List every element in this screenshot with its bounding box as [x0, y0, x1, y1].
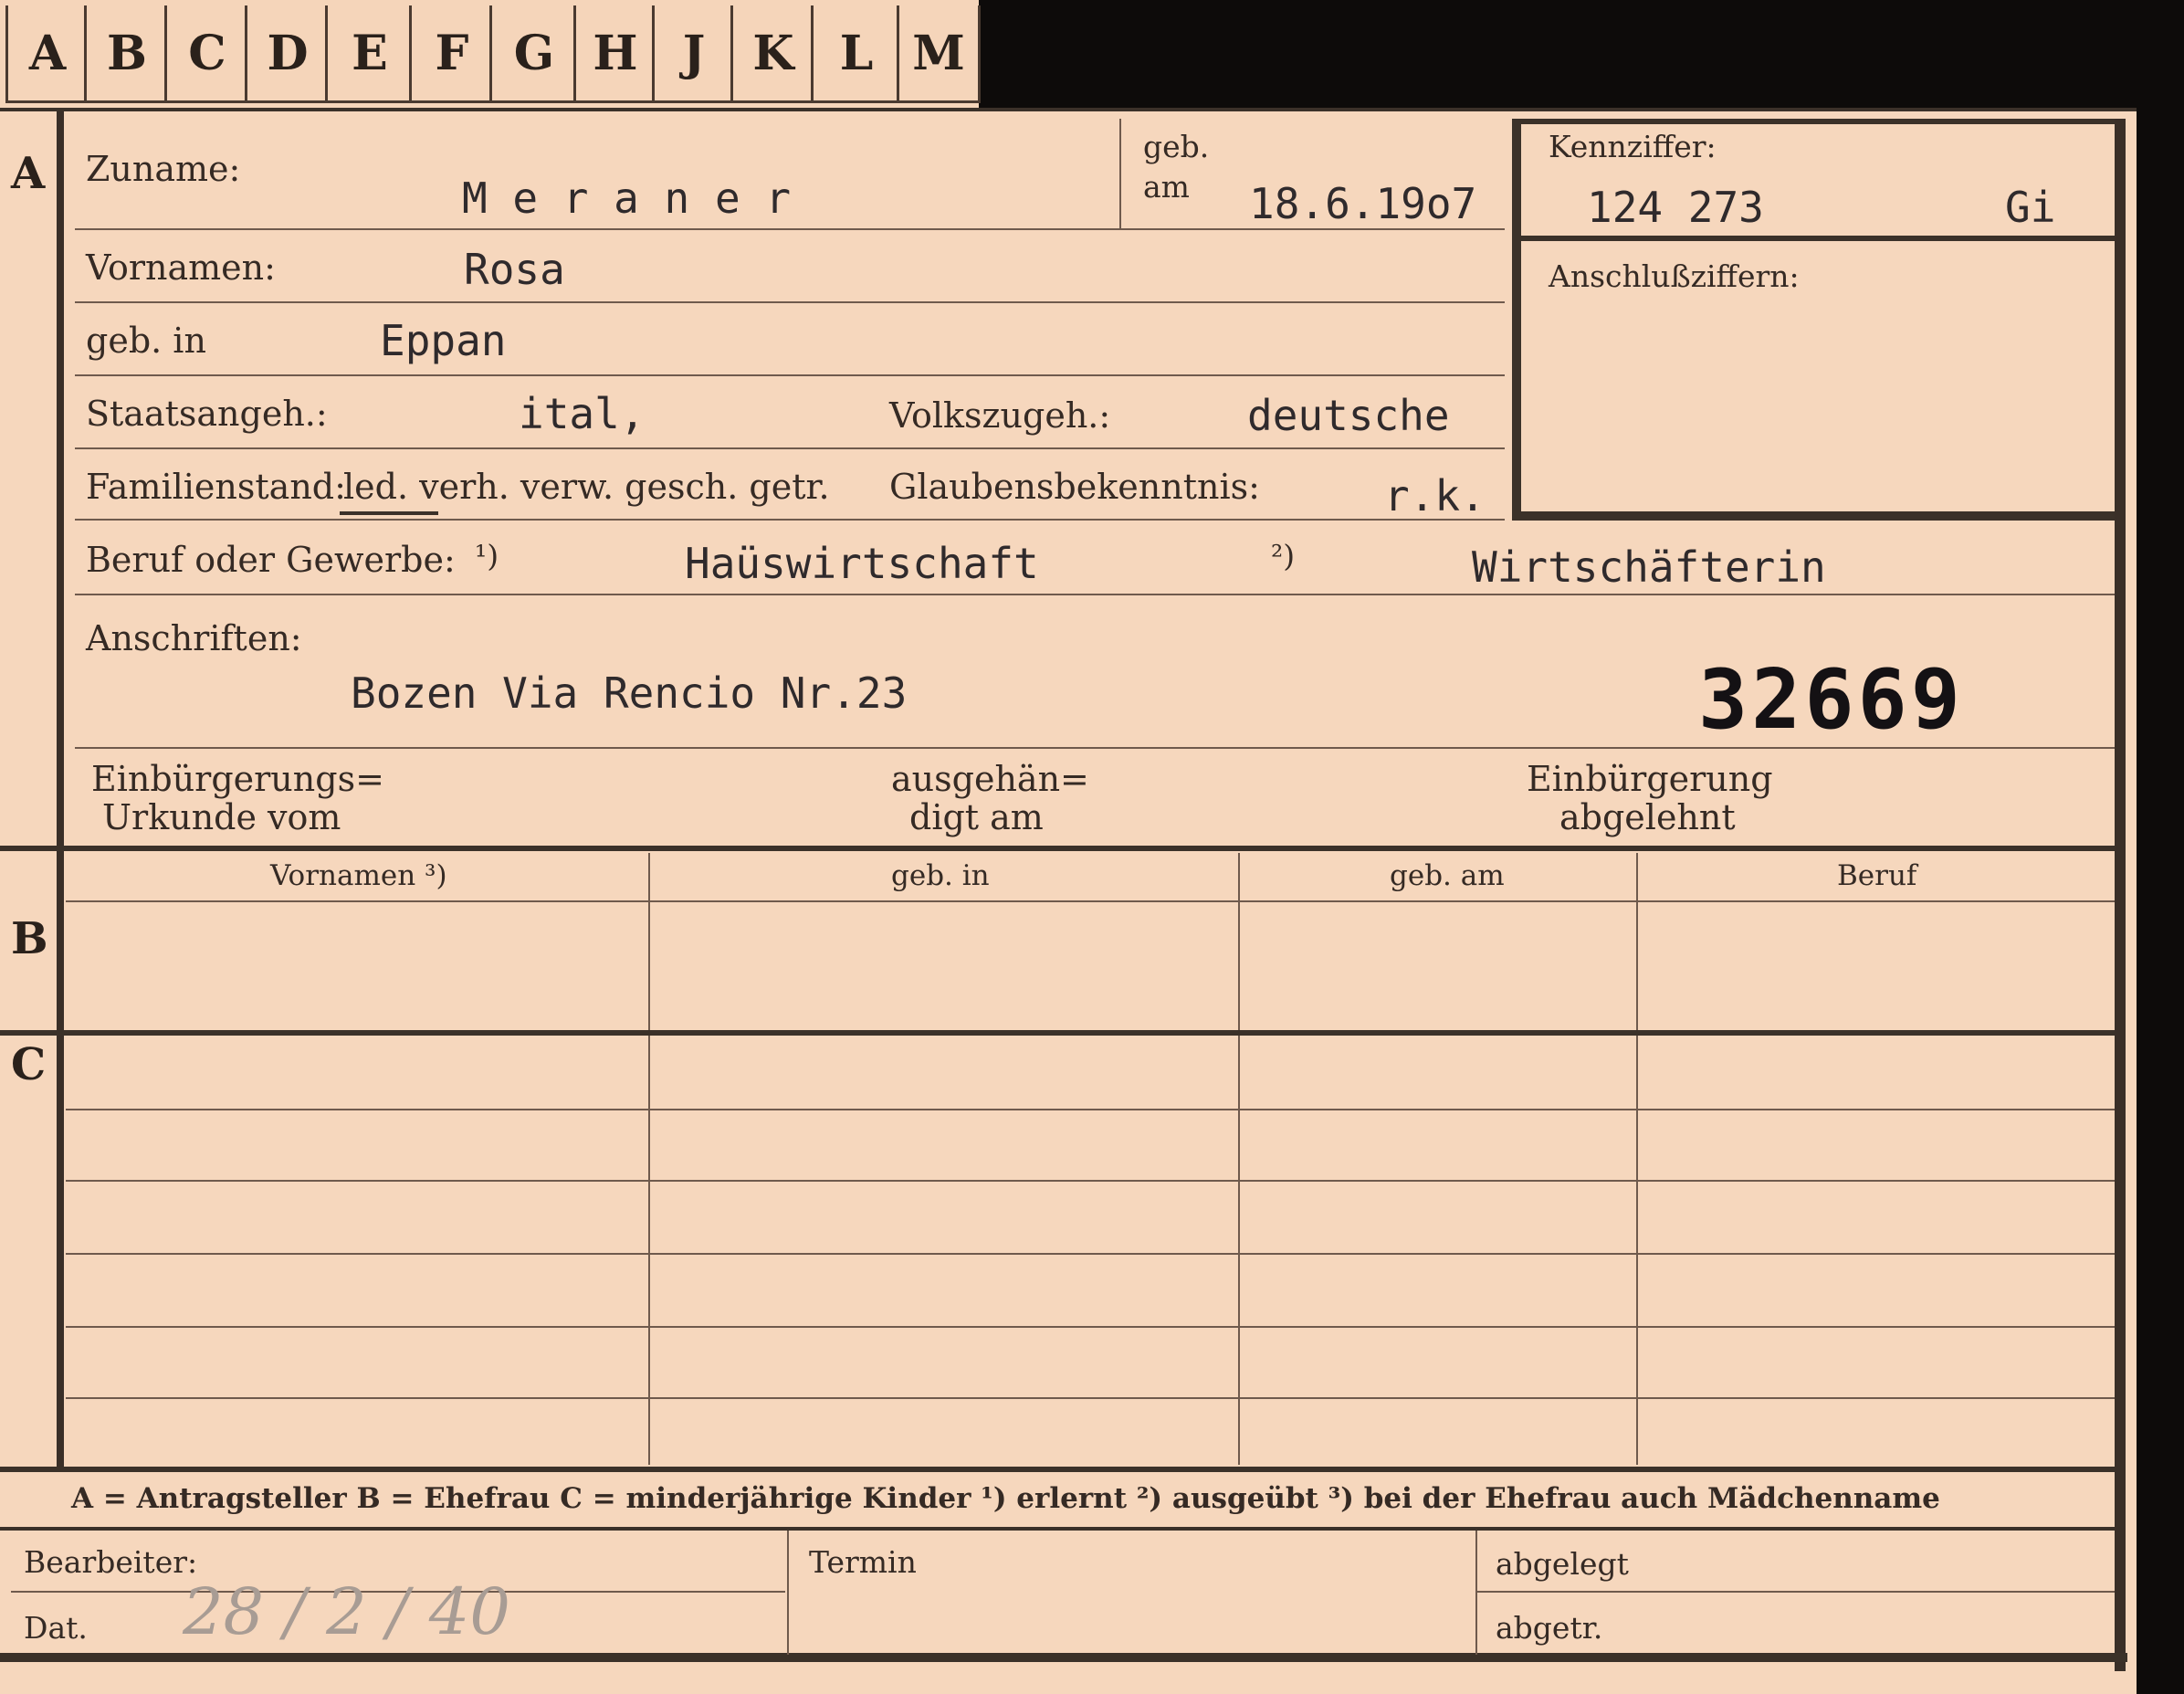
index-tab-d[interactable]: D	[245, 5, 328, 103]
legend-top-line	[0, 1467, 2115, 1472]
date-label: Dat.	[24, 1610, 88, 1646]
line-first-names	[75, 301, 1505, 303]
birthplace-label: geb. in	[86, 321, 206, 361]
citizenship-value: ital,	[519, 389, 646, 438]
footer-divider-1	[787, 1531, 789, 1655]
index-tab-g[interactable]: G	[489, 5, 576, 103]
line-surname	[75, 228, 1505, 230]
section-ab-separator	[0, 846, 2115, 851]
occupation-practiced-value: Wirtschäfterin	[1472, 542, 1826, 592]
address-label: Anschriften:	[86, 618, 302, 658]
table-row-line-1	[66, 1109, 2115, 1110]
id-box-divider	[1521, 236, 2115, 241]
birthdate-label-am: am	[1143, 169, 1190, 205]
table-row-line-4	[66, 1326, 2115, 1328]
table-row-line-3	[66, 1253, 2115, 1255]
line-address	[75, 747, 2115, 749]
first-names-label: Vornamen:	[86, 247, 276, 288]
section-bc-separator	[0, 1030, 2115, 1036]
delivered-label-line2: digt am	[909, 797, 1044, 837]
index-tab-e[interactable]: E	[325, 5, 412, 103]
line-citizenship	[75, 447, 1505, 449]
first-names-value: Rosa	[464, 245, 565, 294]
naturalization-label-line2: Urkunde vom	[102, 797, 341, 837]
surname-label: Zuname:	[86, 149, 241, 189]
table-header-line	[66, 900, 2115, 902]
section-b-marker: B	[11, 913, 48, 964]
birthplace-value: Eppan	[380, 316, 507, 365]
ethnicity-value: deutsche	[1247, 391, 1450, 440]
legend-text: A = Antragsteller B = Ehefrau C = minder…	[71, 1482, 1940, 1515]
religion-label: Glaubensbekenntnis:	[889, 467, 1260, 507]
right-border	[2115, 119, 2126, 1671]
marital-status-options: led. verh. verw. gesch. getr.	[343, 467, 830, 507]
religion-value: r.k.	[1384, 471, 1486, 521]
table-row-line-5	[66, 1397, 2115, 1399]
table-header-birthdate: geb. am	[1390, 859, 1505, 892]
left-margin-strip	[57, 111, 64, 1472]
index-tab-strip: A B C D E F G H J K L M	[0, 0, 981, 110]
table-header-occupation: Beruf	[1837, 859, 1917, 892]
id-box-bottom	[1512, 511, 2115, 521]
filed-line	[1477, 1591, 2115, 1593]
connection-numbers-label: Anschlußziffern:	[1549, 258, 1800, 294]
file-number-stamp: 32669	[1698, 652, 1964, 748]
footer-divider-2	[1475, 1531, 1477, 1655]
table-col-divider-2	[1238, 853, 1240, 1465]
occupation-label: Beruf oder Gewerbe:	[86, 540, 456, 580]
table-header-birthplace: geb. in	[891, 859, 990, 892]
table-row-line-2	[66, 1180, 2115, 1182]
id-number-label: Kennziffer:	[1549, 129, 1717, 164]
birthdate-label-geb: geb.	[1143, 129, 1210, 164]
filed-label: abgelegt	[1496, 1546, 1629, 1582]
index-tab-f[interactable]: F	[409, 5, 492, 103]
index-tab-l[interactable]: L	[811, 5, 899, 103]
deadline-label: Termin	[809, 1544, 917, 1580]
section-c-marker: C	[11, 1039, 47, 1090]
table-col-divider-1	[648, 853, 650, 1465]
line-birthplace	[75, 374, 1505, 376]
birthdate-divider	[1119, 119, 1121, 228]
index-tab-c[interactable]: C	[164, 5, 247, 103]
index-tab-m[interactable]: M	[897, 5, 981, 103]
id-number-suffix: Gi	[2005, 183, 2056, 232]
id-box-top	[1512, 119, 2115, 124]
card-top-border	[0, 108, 2137, 111]
table-col-divider-3	[1636, 853, 1638, 1465]
rejected-label-line2: abgelehnt	[1559, 797, 1736, 837]
naturalization-label-line1: Einbürgerungs=	[91, 759, 384, 799]
index-tab-h[interactable]: H	[573, 5, 655, 103]
table-header-first-names: Vornamen ³)	[270, 859, 447, 892]
index-tab-j[interactable]: J	[652, 5, 733, 103]
index-tab-a[interactable]: A	[5, 5, 87, 103]
occupation-learned-value: Haüswirtschaft	[685, 539, 1039, 588]
rejected-label-line1: Einbürgerung	[1527, 759, 1773, 799]
delivered-label-line1: ausgehän=	[891, 759, 1089, 799]
section-a-marker: A	[11, 148, 46, 199]
sent-label: abgetr.	[1496, 1610, 1603, 1646]
id-number-value: 124 273	[1587, 183, 1764, 232]
address-value: Bozen Via Rencio Nr.23	[351, 668, 908, 718]
id-box-left	[1512, 119, 1521, 521]
index-tab-k[interactable]: K	[730, 5, 814, 103]
ethnicity-label: Volkszugeh.:	[889, 395, 1111, 436]
card-bottom-border	[0, 1653, 2127, 1662]
line-occupation	[75, 594, 2115, 595]
birthdate-value: 18.6.19o7	[1249, 179, 1477, 228]
index-tab-b[interactable]: B	[84, 5, 167, 103]
occupation-note-learned: ¹)	[475, 538, 499, 573]
legend-bottom-line	[0, 1527, 2115, 1531]
occupation-note-practiced: ²)	[1271, 538, 1296, 573]
surname-value: M e r a n e r	[462, 174, 792, 223]
marital-status-underline	[340, 511, 438, 515]
clerk-label: Bearbeiter:	[24, 1544, 198, 1580]
marital-status-label: Familienstand:	[86, 467, 346, 507]
handwritten-date: 28 / 2 / 40	[183, 1574, 510, 1649]
citizenship-label: Staatsangeh.:	[86, 394, 328, 434]
line-marital	[75, 519, 1505, 521]
